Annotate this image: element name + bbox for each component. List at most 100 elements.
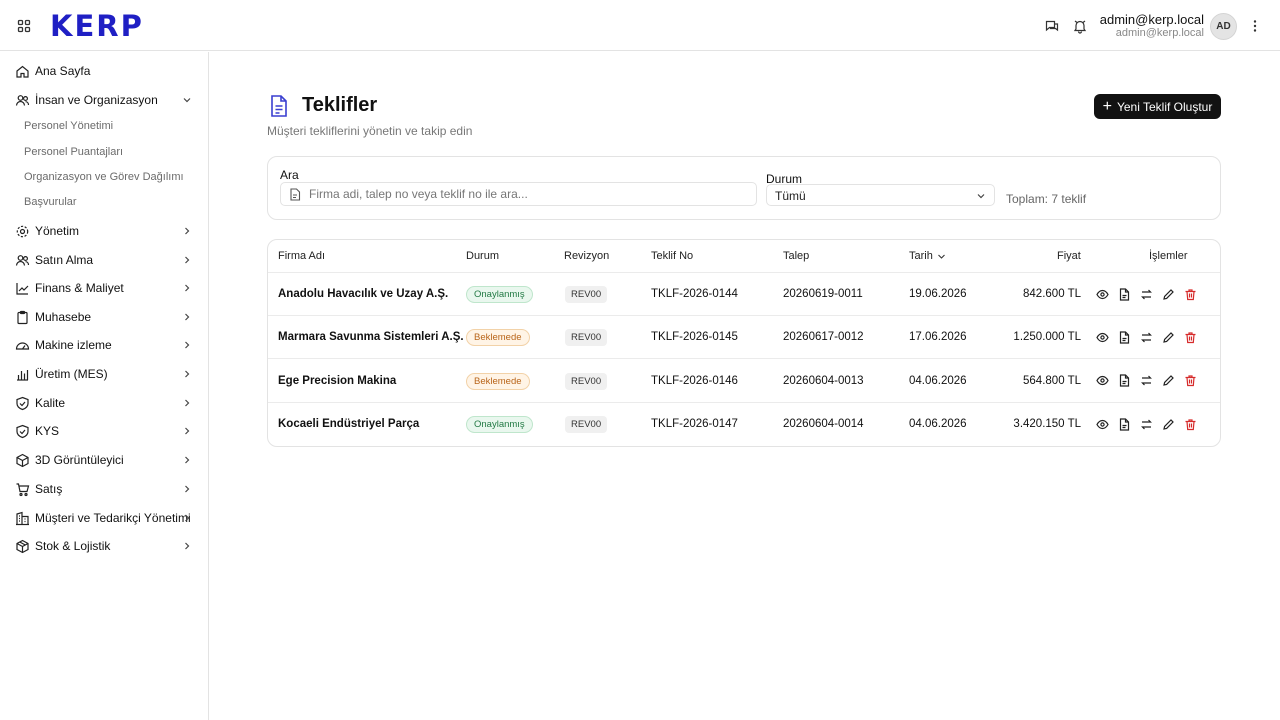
top-bar: KERP admin@kerp.local admin@kerp.local A… — [0, 0, 1280, 51]
view-icon[interactable] — [1096, 288, 1109, 301]
edit-icon[interactable] — [1162, 374, 1175, 387]
new-offer-button[interactable]: + Yeni Teklif Oluştur — [1094, 94, 1221, 119]
cell-offer-no: TKLF-2026-0146 — [651, 375, 738, 387]
pdf-document-icon[interactable] — [1118, 418, 1131, 431]
edit-icon[interactable] — [1162, 418, 1175, 431]
cell-price: 3.420.150 TL — [1013, 418, 1081, 430]
status-badge: Beklemede — [466, 373, 530, 390]
pdf-document-icon[interactable] — [1118, 331, 1131, 344]
chevron-right-icon — [181, 397, 193, 409]
plus-icon: + — [1102, 97, 1112, 115]
sidebar-item-makine-izleme[interactable]: Makine izleme — [0, 332, 208, 358]
cell-offer-no: TKLF-2026-0145 — [651, 331, 738, 343]
chevron-right-icon — [181, 225, 193, 237]
chat-icon[interactable] — [1044, 18, 1060, 34]
sidebar-item-label: Ana Sayfa — [35, 64, 91, 78]
sidebar-item-satin-alma[interactable]: Satın Alma — [0, 247, 208, 273]
column-header-price[interactable]: Fiyat — [1057, 250, 1081, 262]
column-header-revision[interactable]: Revizyon — [564, 250, 609, 262]
sidebar-subitem-personel-yonetimi[interactable]: Personel Yönetimi — [24, 116, 113, 136]
cell-firm: Kocaeli Endüstriyel Parça — [278, 418, 420, 430]
chevron-right-icon — [181, 540, 193, 552]
pdf-document-icon[interactable] — [1118, 374, 1131, 387]
sidebar-item-uretim-mes[interactable]: Üretim (MES) — [0, 361, 208, 387]
clipboard-icon — [15, 310, 30, 325]
delete-icon[interactable] — [1184, 374, 1197, 387]
revision-badge: REV00 — [565, 416, 608, 433]
sidebar-item-yonetim[interactable]: Yönetim — [0, 218, 208, 244]
column-header-date-label: Tarih — [909, 250, 933, 262]
search-input[interactable] — [309, 186, 749, 202]
status-badge: Beklemede — [466, 329, 530, 346]
sidebar-item-satis[interactable]: Satış — [0, 476, 208, 502]
bell-icon[interactable] — [1072, 18, 1088, 34]
cell-offer-no: TKLF-2026-0147 — [651, 418, 738, 430]
view-icon[interactable] — [1096, 374, 1109, 387]
cell-date: 19.06.2026 — [909, 288, 967, 300]
column-header-request[interactable]: Talep — [783, 250, 809, 262]
status-badge: Onaylanmış — [466, 286, 533, 303]
revise-icon[interactable] — [1140, 418, 1153, 431]
chevron-right-icon — [181, 483, 193, 495]
search-field[interactable] — [280, 182, 757, 206]
sidebar-subitem-basvurular[interactable]: Başvurular — [24, 192, 77, 212]
chevron-right-icon — [181, 339, 193, 351]
logo[interactable]: KERP — [50, 9, 144, 43]
view-icon[interactable] — [1096, 418, 1109, 431]
delete-icon[interactable] — [1184, 331, 1197, 344]
more-options-icon[interactable] — [1247, 18, 1263, 34]
chevron-right-icon — [181, 512, 193, 524]
revise-icon[interactable] — [1140, 374, 1153, 387]
sidebar-item-muhasebe[interactable]: Muhasebe — [0, 304, 208, 330]
sidebar-item-kys[interactable]: KYS — [0, 418, 208, 444]
gear-icon — [15, 224, 30, 239]
cell-date: 17.06.2026 — [909, 331, 967, 343]
delete-icon[interactable] — [1184, 288, 1197, 301]
status-select-value: Tümü — [775, 189, 806, 203]
sidebar-item-finans-maliyet[interactable]: Finans & Maliyet — [0, 275, 208, 301]
sidebar-item-label: Müşteri ve Tedarikçi Yönetimi — [35, 511, 191, 525]
column-header-firm[interactable]: Firma Adı — [278, 250, 325, 262]
table-divider — [268, 272, 1220, 273]
chevron-right-icon — [181, 254, 193, 266]
delete-icon[interactable] — [1184, 418, 1197, 431]
sidebar-item-label: Finans & Maliyet — [35, 281, 124, 295]
sidebar-item-3d-goruntuleyici[interactable]: 3D Görüntüleyici — [0, 447, 208, 473]
sidebar-item-musteri-tedarikci[interactable]: Müşteri ve Tedarikçi Yönetimi — [0, 505, 208, 531]
cart-icon — [15, 482, 30, 497]
package-icon — [15, 539, 30, 554]
user-name: admin@kerp.local — [1099, 12, 1204, 27]
sidebar-subitem-personel-puantajlari[interactable]: Personel Puantajları — [24, 142, 123, 162]
new-offer-button-label: Yeni Teklif Oluştur — [1116, 99, 1213, 114]
sidebar-item-insan-ve-organizasyon[interactable]: İnsan ve Organizasyon — [0, 87, 208, 113]
sidebar-item-ana-sayfa[interactable]: Ana Sayfa — [0, 58, 208, 84]
cell-request: 20260617-0012 — [783, 331, 864, 343]
revise-icon[interactable] — [1140, 331, 1153, 344]
column-header-date[interactable]: Tarih — [909, 250, 946, 262]
revision-badge: REV00 — [565, 286, 608, 303]
sidebar: Ana Sayfa İnsan ve Organizasyon Personel… — [0, 52, 209, 720]
sidebar-item-label: Kalite — [35, 396, 66, 410]
sidebar-item-stok-lojistik[interactable]: Stok & Lojistik — [0, 533, 208, 559]
view-icon[interactable] — [1096, 331, 1109, 344]
sidebar-item-label: Satış — [35, 482, 63, 496]
revise-icon[interactable] — [1140, 288, 1153, 301]
cell-offer-no: TKLF-2026-0144 — [651, 288, 738, 300]
cell-firm: Anadolu Havacılık ve Uzay A.Ş. — [278, 288, 449, 300]
table-divider — [268, 402, 1220, 403]
document-icon — [268, 94, 290, 118]
edit-icon[interactable] — [1162, 288, 1175, 301]
status-select[interactable]: Tümü — [766, 184, 995, 206]
sidebar-item-kalite[interactable]: Kalite — [0, 390, 208, 416]
sidebar-item-label: Satın Alma — [35, 253, 94, 267]
avatar[interactable]: AD — [1210, 13, 1237, 40]
pdf-document-icon[interactable] — [1118, 288, 1131, 301]
cell-firm: Ege Precision Makina — [278, 375, 397, 387]
sidebar-subitem-organizasyon[interactable]: Organizasyon ve Görev Dağılımı — [24, 167, 184, 187]
edit-icon[interactable] — [1162, 331, 1175, 344]
column-header-status[interactable]: Durum — [466, 250, 499, 262]
column-header-offer-no[interactable]: Teklif No — [651, 250, 693, 262]
column-header-actions: İşlemler — [1149, 250, 1188, 262]
revision-badge: REV00 — [565, 373, 608, 390]
apps-grid-icon[interactable] — [17, 19, 31, 33]
